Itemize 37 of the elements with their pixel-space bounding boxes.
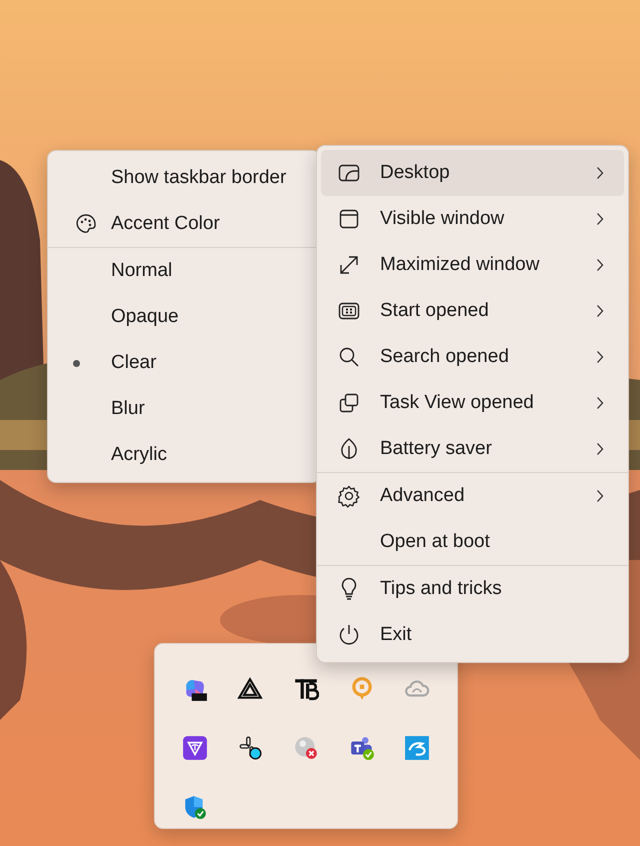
- menu-item[interactable]: Opaque: [52, 294, 316, 340]
- task-view-icon: [337, 391, 361, 415]
- menu-item[interactable]: Clear: [52, 340, 316, 386]
- menu-item[interactable]: Accent Color: [52, 201, 316, 247]
- power-icon: [337, 623, 361, 647]
- swirl-tile-icon[interactable]: [404, 734, 430, 760]
- settings-icon: [337, 484, 361, 508]
- chevron-right-icon: [596, 304, 604, 318]
- people-chat-icon[interactable]: [348, 734, 375, 760]
- menu-item[interactable]: Exit: [321, 612, 624, 658]
- menu-item[interactable]: Show taskbar border: [52, 155, 316, 201]
- chevron-right-icon: [596, 442, 604, 456]
- menu-item[interactable]: Maximized window: [321, 242, 624, 288]
- globe-error-icon[interactable]: [292, 734, 319, 760]
- menu-item[interactable]: Search opened: [321, 334, 624, 380]
- menu-item[interactable]: Normal: [52, 248, 316, 294]
- menu-item[interactable]: Tips and tricks: [321, 566, 624, 612]
- window-icon: [337, 207, 361, 231]
- chevron-right-icon: [596, 166, 604, 180]
- menu-item[interactable]: Advanced: [321, 473, 624, 519]
- menu-item[interactable]: Visible window: [321, 196, 624, 242]
- menu-item[interactable]: Desktop: [321, 150, 624, 196]
- menu-item[interactable]: Open at boot: [321, 519, 624, 565]
- menu-item[interactable]: Task View opened: [321, 380, 624, 426]
- pinwheel-icon[interactable]: [237, 734, 264, 760]
- menu-item[interactable]: Battery saver: [321, 426, 624, 472]
- chevron-right-icon: [596, 489, 604, 503]
- chevron-right-icon: [596, 212, 604, 226]
- menu-item[interactable]: Acrylic: [52, 432, 316, 478]
- chevron-right-icon: [596, 396, 604, 410]
- palette-icon: [74, 212, 98, 236]
- chevron-right-icon: [596, 350, 604, 364]
- menu-item[interactable]: Blur: [52, 386, 316, 432]
- chevron-right-icon: [596, 258, 604, 272]
- search-icon: [337, 345, 361, 369]
- triangle-icon[interactable]: [237, 676, 264, 702]
- menu-item[interactable]: Start opened: [321, 288, 624, 334]
